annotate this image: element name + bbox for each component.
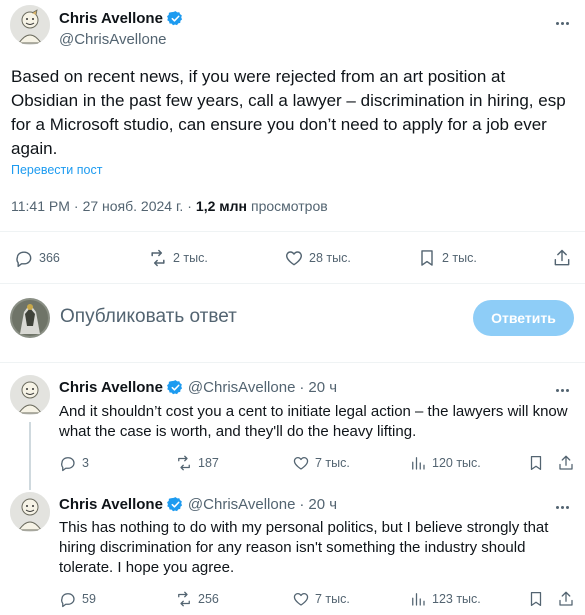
reply-time[interactable]: 20 ч bbox=[308, 496, 337, 513]
author-avatar[interactable] bbox=[10, 375, 50, 415]
reply-count: 59 bbox=[82, 592, 96, 606]
repost-button[interactable]: 187 bbox=[175, 454, 219, 472]
author-handle[interactable]: @ChrisAvellone bbox=[59, 31, 167, 48]
views-count: 123 тыс. bbox=[432, 592, 481, 606]
views-button[interactable]: 120 тыс. bbox=[409, 454, 481, 472]
post-reply-button[interactable]: Ответить bbox=[473, 300, 574, 336]
author-name[interactable]: Chris Avellone bbox=[59, 10, 163, 27]
share-icon bbox=[554, 249, 570, 266]
heart-icon bbox=[293, 456, 309, 470]
verified-badge-icon bbox=[166, 380, 183, 395]
reply-header: Chris Avellone @ChrisAvellone · 20 ч bbox=[59, 379, 337, 396]
bookmark-icon bbox=[530, 455, 542, 471]
share-button[interactable] bbox=[557, 590, 575, 608]
tweet-action-bar: 366 2 тыс. 28 тыс. 2 тыс. bbox=[0, 243, 585, 273]
author-name[interactable]: Chris Avellone bbox=[59, 379, 163, 396]
repost-icon bbox=[151, 249, 165, 267]
like-count: 7 тыс. bbox=[315, 456, 350, 470]
reply-icon bbox=[61, 593, 75, 608]
like-button[interactable]: 28 тыс. bbox=[284, 248, 351, 268]
views-label: просмотров bbox=[250, 198, 328, 214]
meta-separator: · bbox=[187, 198, 192, 214]
author-handle[interactable]: @ChrisAvellone bbox=[188, 379, 296, 396]
author-name[interactable]: Chris Avellone bbox=[59, 496, 163, 513]
bookmark-count: 2 тыс. bbox=[442, 251, 477, 265]
reply-button[interactable]: 3 bbox=[59, 454, 89, 472]
reply-input[interactable]: Опубликовать ответ bbox=[60, 306, 237, 328]
heart-icon bbox=[293, 592, 309, 606]
bookmark-icon bbox=[530, 591, 542, 607]
divider bbox=[0, 283, 585, 284]
repost-button[interactable]: 256 bbox=[175, 590, 219, 608]
reply-icon bbox=[16, 251, 32, 268]
author-handle[interactable]: @ChrisAvellone bbox=[188, 496, 296, 513]
author-avatar[interactable] bbox=[10, 492, 50, 532]
header-separator: · bbox=[299, 379, 305, 396]
bookmark-icon bbox=[421, 250, 433, 266]
more-options-icon[interactable] bbox=[551, 380, 573, 400]
tweet-text: Based on recent news, if you were reject… bbox=[11, 67, 566, 158]
share-button[interactable] bbox=[557, 454, 575, 472]
verified-badge-icon bbox=[166, 497, 183, 512]
reply-button[interactable]: 366 bbox=[14, 248, 60, 268]
repost-count: 256 bbox=[198, 592, 219, 606]
like-count: 7 тыс. bbox=[315, 592, 350, 606]
views-count: 120 тыс. bbox=[432, 456, 481, 470]
views-count: 1,2 млн bbox=[195, 198, 247, 214]
repost-icon bbox=[178, 455, 190, 471]
tweet-meta: 11:41 PM · 27 нояб. 2024 г. · 1,2 млн пр… bbox=[11, 198, 328, 214]
analytics-icon bbox=[412, 593, 425, 606]
reply-header: Chris Avellone @ChrisAvellone · 20 ч bbox=[59, 496, 337, 513]
share-icon bbox=[559, 591, 573, 606]
share-button[interactable] bbox=[552, 248, 572, 268]
repost-count: 2 тыс. bbox=[173, 251, 208, 265]
repost-button[interactable]: 2 тыс. bbox=[148, 248, 208, 268]
bookmark-button[interactable] bbox=[527, 454, 545, 472]
meta-separator: · bbox=[73, 198, 79, 214]
like-button[interactable]: 7 тыс. bbox=[292, 590, 350, 608]
more-options-icon[interactable] bbox=[551, 13, 573, 33]
share-icon bbox=[559, 455, 573, 470]
verified-badge-icon bbox=[166, 11, 183, 26]
tweet-time[interactable]: 11:41 PM bbox=[11, 198, 70, 214]
reply-text: And it shouldn’t cost you a cent to init… bbox=[59, 403, 568, 440]
reply-time[interactable]: 20 ч bbox=[308, 379, 337, 396]
reply-action-bar: 3 187 7 тыс. 120 тыс. bbox=[0, 452, 585, 476]
reply-text: This has nothing to do with my personal … bbox=[59, 519, 549, 576]
views-button[interactable]: 123 тыс. bbox=[409, 590, 481, 608]
repost-icon bbox=[178, 591, 190, 607]
bookmark-button[interactable] bbox=[527, 590, 545, 608]
like-count: 28 тыс. bbox=[309, 251, 351, 265]
divider bbox=[0, 362, 585, 363]
reply-icon bbox=[61, 457, 75, 472]
divider bbox=[0, 231, 585, 232]
current-user-avatar[interactable] bbox=[10, 298, 50, 338]
reply-button[interactable]: 59 bbox=[59, 590, 96, 608]
reply-count: 3 bbox=[82, 456, 89, 470]
bookmark-button[interactable]: 2 тыс. bbox=[417, 248, 477, 268]
heart-icon bbox=[286, 251, 302, 266]
translate-post-link[interactable]: Перевести пост bbox=[11, 163, 102, 177]
tweet-date[interactable]: 27 нояб. 2024 г. bbox=[83, 198, 184, 214]
more-options-icon[interactable] bbox=[551, 497, 573, 517]
header-separator: · bbox=[299, 496, 305, 513]
analytics-icon bbox=[412, 457, 425, 470]
reply-count: 366 bbox=[39, 251, 60, 265]
author-avatar[interactable] bbox=[10, 5, 50, 45]
reply-action-bar: 59 256 7 тыс. 123 тыс. bbox=[0, 589, 585, 613]
like-button[interactable]: 7 тыс. bbox=[292, 454, 350, 472]
repost-count: 187 bbox=[198, 456, 219, 470]
